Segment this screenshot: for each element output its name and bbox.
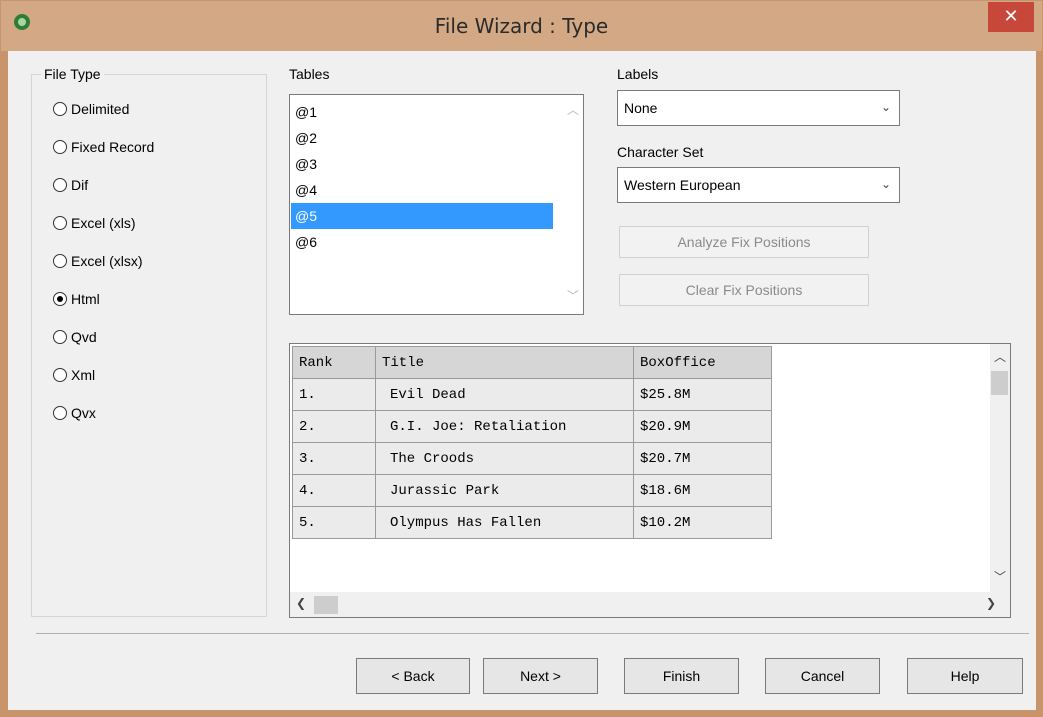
table-row: 2. G.I. Joe: Retaliation $20.9M — [292, 410, 772, 443]
table-row: 3. The Croods $20.7M — [292, 442, 772, 475]
chevron-left-icon[interactable]: ❮ — [296, 596, 306, 610]
list-item-selected[interactable]: @5 — [291, 203, 553, 229]
preview-pane[interactable]: Rank Title BoxOffice 1. Evil Dead $25.8M… — [289, 343, 1011, 618]
preview-vertical-scrollbar[interactable]: ︿ ﹀ — [990, 344, 1010, 592]
table-cell: Jurassic Park — [375, 474, 634, 507]
chevron-down-icon[interactable]: ﹀ — [567, 287, 579, 304]
preview-horizontal-scrollbar[interactable]: ❮ ❯ — [290, 592, 1010, 617]
radio-button-icon[interactable] — [53, 102, 67, 116]
radio-html[interactable]: Html — [53, 289, 100, 309]
file-wizard-window: File Wizard : Type ✕ File Type Delimited… — [0, 0, 1043, 717]
radio-fixed-record[interactable]: Fixed Record — [53, 137, 154, 157]
table-cell: 4. — [292, 474, 376, 507]
radio-button-icon[interactable] — [53, 406, 67, 420]
radio-label: Excel (xls) — [71, 215, 136, 231]
table-row: 4. Jurassic Park $18.6M — [292, 474, 772, 507]
table-cell: $25.8M — [633, 378, 772, 411]
list-item[interactable]: @4 — [291, 177, 553, 203]
close-button[interactable]: ✕ — [988, 2, 1034, 32]
labels-dropdown[interactable]: None ⌄ — [617, 90, 900, 126]
radio-label: Excel (xlsx) — [71, 253, 143, 269]
table-cell: 3. — [292, 442, 376, 475]
labels-value: None — [624, 100, 658, 116]
radio-button-checked-icon[interactable] — [53, 292, 67, 306]
table-cell: $20.9M — [633, 410, 772, 443]
radio-label: Fixed Record — [71, 139, 155, 155]
radio-label: Delimited — [71, 101, 130, 117]
radio-button-icon[interactable] — [53, 216, 67, 230]
table-row: 1. Evil Dead $25.8M — [292, 378, 772, 411]
finish-button[interactable]: Finish — [624, 658, 739, 694]
chevron-up-icon[interactable]: ︿ — [994, 348, 1006, 365]
chevron-down-icon: ⌄ — [880, 100, 891, 114]
table-cell: G.I. Joe: Retaliation — [375, 410, 634, 443]
chevron-down-icon: ⌄ — [880, 177, 891, 191]
table-cell: The Croods — [375, 442, 634, 475]
table-cell: 1. — [292, 378, 376, 411]
radio-button-icon[interactable] — [53, 330, 67, 344]
clear-fix-positions-button[interactable]: Clear Fix Positions — [619, 274, 869, 306]
file-type-legend: File Type — [41, 66, 104, 82]
radio-dif[interactable]: Dif — [53, 175, 88, 195]
radio-button-icon[interactable] — [53, 140, 67, 154]
table-header-row: Rank Title BoxOffice — [292, 346, 772, 379]
preview-table: Rank Title BoxOffice 1. Evil Dead $25.8M… — [292, 346, 772, 539]
title-bar[interactable]: File Wizard : Type ✕ — [1, 1, 1042, 51]
radio-qvx[interactable]: Qvx — [53, 403, 96, 423]
tables-label: Tables — [289, 66, 330, 82]
character-set-value: Western European — [624, 177, 741, 193]
list-item[interactable]: @2 — [291, 125, 553, 151]
chevron-down-icon[interactable]: ﹀ — [994, 568, 1006, 585]
radio-qvd[interactable]: Qvd — [53, 327, 97, 347]
scrollbar-thumb[interactable] — [991, 371, 1008, 395]
column-header[interactable]: BoxOffice — [633, 346, 772, 379]
radio-button-icon[interactable] — [53, 178, 67, 192]
labels-label: Labels — [617, 66, 659, 82]
analyze-fix-positions-button[interactable]: Analyze Fix Positions — [619, 226, 869, 258]
list-item[interactable]: @1 — [291, 99, 553, 125]
table-cell: Olympus Has Fallen — [375, 506, 634, 539]
column-header[interactable]: Title — [375, 346, 634, 379]
table-cell: $18.6M — [633, 474, 772, 507]
radio-button-icon[interactable] — [53, 368, 67, 382]
character-set-label: Character Set — [617, 144, 704, 160]
chevron-up-icon[interactable]: ︿ — [567, 101, 579, 118]
tables-listbox[interactable]: @1 @2 @3 @4 @5 @6 ︿ ﹀ — [289, 94, 584, 315]
radio-excel-xls[interactable]: Excel (xls) — [53, 213, 136, 233]
radio-button-icon[interactable] — [53, 254, 67, 268]
chevron-right-icon[interactable]: ❯ — [986, 596, 996, 610]
table-cell: Evil Dead — [375, 378, 634, 411]
radio-label: Qvx — [71, 405, 96, 421]
radio-xml[interactable]: Xml — [53, 365, 95, 385]
table-cell: 5. — [292, 506, 376, 539]
window-title: File Wizard : Type — [434, 14, 609, 38]
divider — [36, 633, 1029, 634]
table-row: 5. Olympus Has Fallen $10.2M — [292, 506, 772, 539]
back-button[interactable]: < Back — [356, 658, 470, 694]
list-item[interactable]: @6 — [291, 229, 553, 255]
table-cell: 2. — [292, 410, 376, 443]
next-button[interactable]: Next > — [483, 658, 598, 694]
radio-excel-xlsx[interactable]: Excel (xlsx) — [53, 251, 143, 271]
radio-label: Dif — [71, 177, 89, 193]
radio-label: Xml — [71, 367, 96, 383]
help-button[interactable]: Help — [907, 658, 1023, 694]
table-cell: $20.7M — [633, 442, 772, 475]
scrollbar-thumb[interactable] — [314, 596, 338, 614]
radio-label: Html — [71, 291, 100, 307]
radio-delimited[interactable]: Delimited — [53, 99, 129, 119]
cancel-button[interactable]: Cancel — [765, 658, 880, 694]
table-cell: $10.2M — [633, 506, 772, 539]
column-header[interactable]: Rank — [292, 346, 376, 379]
character-set-dropdown[interactable]: Western European ⌄ — [617, 167, 900, 203]
radio-label: Qvd — [71, 329, 97, 345]
tables-scrollbar[interactable]: ︿ ﹀ — [563, 95, 583, 314]
dialog-body: File Type Delimited Fixed Record Dif Exc… — [8, 51, 1036, 710]
list-item[interactable]: @3 — [291, 151, 553, 177]
